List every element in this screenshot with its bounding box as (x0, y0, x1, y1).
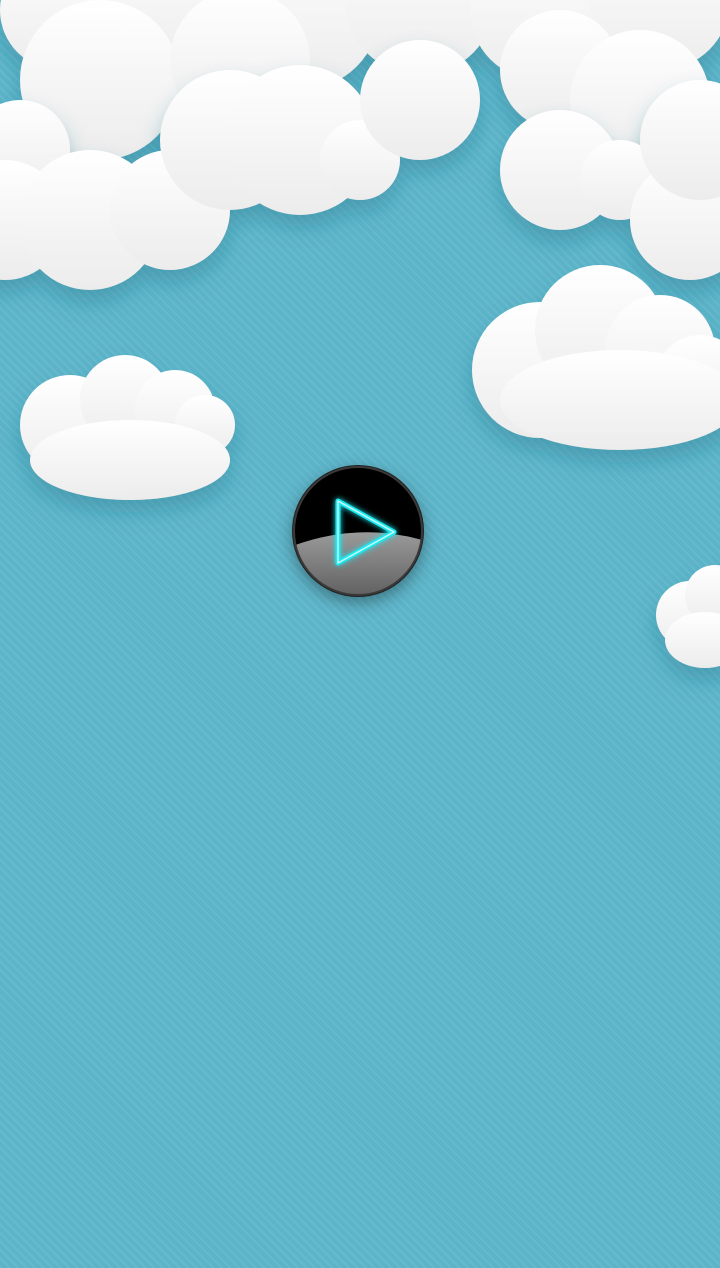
cloud-left (20, 355, 235, 500)
play-icon (292, 465, 424, 597)
cloud-right (472, 265, 720, 450)
play-button[interactable] (290, 463, 426, 599)
game-start-screen (0, 0, 720, 1268)
cloud-background (0, 0, 720, 668)
cloud-small-right (656, 565, 720, 668)
